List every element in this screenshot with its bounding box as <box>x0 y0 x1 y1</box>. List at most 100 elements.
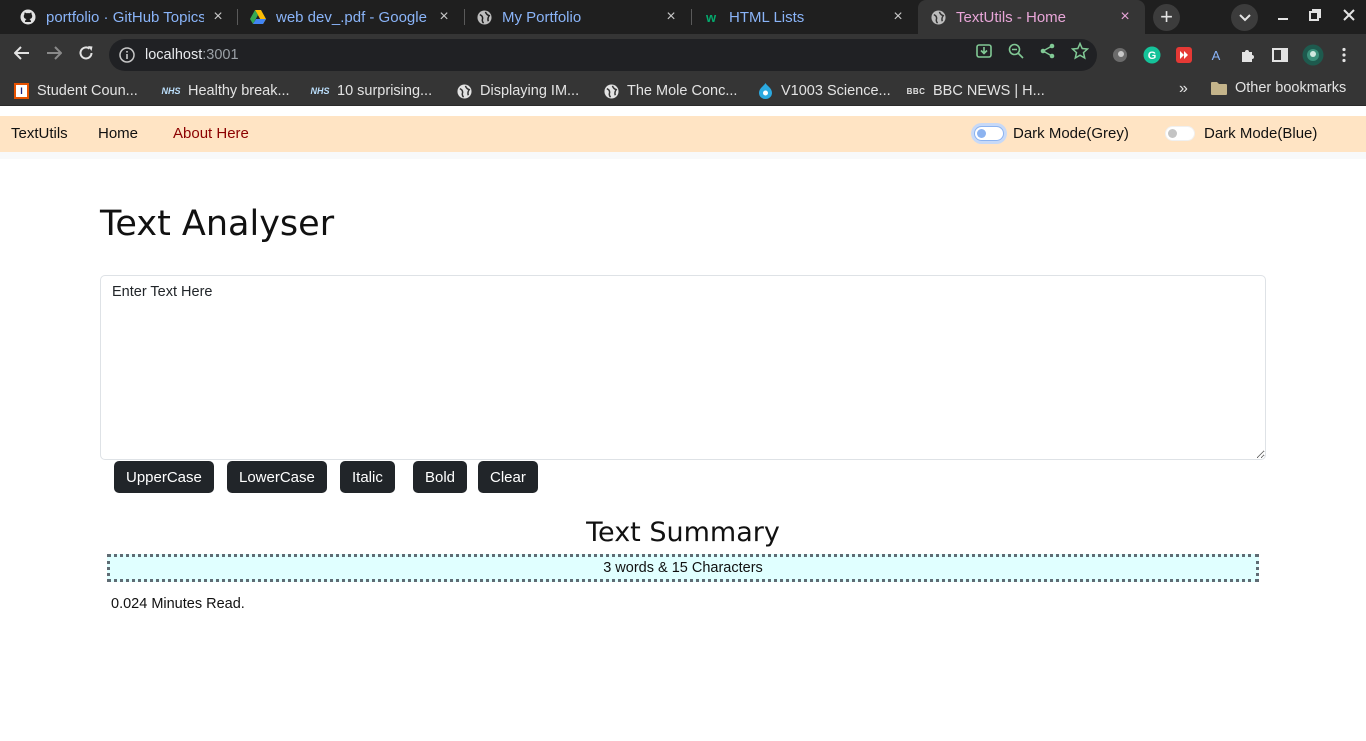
video-extension-icon[interactable] <box>1175 46 1193 64</box>
tab-search-button[interactable] <box>1231 4 1258 31</box>
bookmark-item[interactable]: The Mole Conc... <box>603 80 737 102</box>
close-icon[interactable]: × <box>890 8 906 26</box>
tab-github-topics[interactable]: portfolio · GitHub Topics × <box>8 0 238 34</box>
globe-icon <box>456 83 472 99</box>
dark-mode-grey-label: Dark Mode(Grey) <box>1013 125 1129 142</box>
nav-home-link[interactable]: Home <box>98 125 138 142</box>
dark-mode-grey-switch[interactable] <box>974 126 1004 141</box>
nhs-icon: NHS <box>161 86 181 96</box>
close-icon[interactable]: × <box>663 8 679 26</box>
info-icon[interactable] <box>119 47 135 63</box>
close-icon <box>1343 8 1355 26</box>
arrow-left-icon <box>13 45 30 66</box>
zoom-icon[interactable] <box>1007 42 1025 60</box>
close-icon[interactable]: × <box>436 8 452 26</box>
bookmarks-bar: I Student Coun... NHS Healthy break... N… <box>0 76 1366 106</box>
bookmark-item[interactable]: NHS Healthy break... <box>162 80 290 102</box>
dark-mode-blue-switch[interactable] <box>1165 126 1195 141</box>
nhs-icon: NHS <box>310 86 330 96</box>
side-panel-icon[interactable] <box>1271 46 1289 64</box>
folder-icon <box>1211 81 1227 95</box>
github-icon <box>20 9 36 25</box>
switch-knob <box>1168 129 1177 138</box>
read-time: 0.024 Minutes Read. <box>111 596 245 612</box>
share-icon[interactable] <box>1039 42 1057 60</box>
address-bar[interactable]: localhost:3001 <box>109 39 1097 71</box>
other-bookmarks-label: Other bookmarks <box>1235 80 1347 96</box>
close-icon[interactable]: × <box>210 8 226 26</box>
page-title: Text Analyser <box>100 204 335 244</box>
avatar[interactable] <box>1302 44 1324 66</box>
student-council-icon: I <box>14 83 29 99</box>
navbar-brand[interactable]: TextUtils <box>11 125 68 142</box>
tab-google-drive[interactable]: web dev_.pdf - Google Drive × <box>238 0 464 34</box>
bookmark-item[interactable]: I Student Coun... <box>14 80 138 102</box>
other-bookmarks-button[interactable]: Other bookmarks <box>1211 80 1346 96</box>
page-viewport: TextUtils Home About Here Dark Mode(Grey… <box>0 107 1366 741</box>
text-input-area[interactable]: Enter Text Here <box>100 275 1266 460</box>
uppercase-button[interactable]: UpperCase <box>114 461 214 493</box>
clear-button[interactable]: Clear <box>478 461 538 493</box>
browser-toolbar: localhost:3001 G A <box>0 34 1366 76</box>
globe-icon <box>930 9 946 25</box>
url-port: :3001 <box>202 47 239 63</box>
summary-title: Text Summary <box>586 517 780 548</box>
bookmark-label: The Mole Conc... <box>627 83 738 99</box>
puzzle-icon[interactable] <box>1239 46 1257 64</box>
bookmark-item[interactable]: Displaying IM... <box>456 80 579 102</box>
reload-icon <box>78 45 94 66</box>
install-app-icon[interactable] <box>975 42 993 60</box>
kebab-menu-icon[interactable] <box>1335 46 1353 64</box>
extension-icon[interactable] <box>1111 46 1129 64</box>
reload-button[interactable] <box>73 42 99 68</box>
page-top-gap <box>0 107 1366 116</box>
dark-mode-blue-label: Dark Mode(Blue) <box>1204 125 1318 142</box>
grammarly-icon[interactable]: G <box>1143 46 1161 64</box>
minimize-button[interactable] <box>1267 0 1299 34</box>
bookmark-label: Healthy break... <box>188 83 290 99</box>
switch-knob <box>977 129 986 138</box>
forward-button[interactable] <box>41 42 67 68</box>
dark-mode-blue-toggle[interactable]: Dark Mode(Blue) <box>1165 125 1317 142</box>
bbc-icon: BBC <box>906 86 926 96</box>
tab-title: HTML Lists <box>729 8 805 26</box>
italic-button[interactable]: Italic <box>340 461 395 493</box>
svg-text:A: A <box>1212 48 1221 63</box>
dark-mode-grey-toggle[interactable]: Dark Mode(Grey) <box>974 125 1129 142</box>
browser-tab-strip: portfolio · GitHub Topics × web dev_.pdf… <box>0 0 1366 34</box>
maximize-button[interactable] <box>1299 0 1331 34</box>
navbar-shadow <box>0 152 1366 159</box>
bold-button[interactable]: Bold <box>413 461 468 493</box>
nav-about-link[interactable]: About Here <box>173 125 249 142</box>
globe-icon <box>603 83 619 99</box>
restore-icon <box>1309 8 1321 26</box>
chevron-down-icon <box>1238 9 1251 27</box>
word-char-count: 3 words & 15 Characters <box>107 554 1259 582</box>
bookmark-star-icon[interactable] <box>1071 42 1089 60</box>
back-button[interactable] <box>9 42 35 68</box>
bookmark-label: BBC NEWS | H... <box>933 83 1045 99</box>
bookmark-item[interactable]: BBC BBC NEWS | H... <box>907 80 1045 102</box>
bookmark-label: V1003 Science... <box>781 83 891 99</box>
close-icon[interactable]: × <box>1117 8 1133 26</box>
new-tab-button[interactable]: + <box>1153 4 1180 31</box>
bookmark-item[interactable]: NHS 10 surprising... <box>310 80 433 102</box>
close-window-button[interactable] <box>1333 0 1365 34</box>
lowercase-button[interactable]: LowerCase <box>227 461 327 493</box>
tab-html-lists[interactable]: w HTML Lists × <box>691 0 918 34</box>
globe-icon <box>476 9 492 25</box>
url-host: localhost <box>145 47 203 63</box>
tab-my-portfolio[interactable]: My Portfolio × <box>464 0 691 34</box>
bookmark-label: 10 surprising... <box>337 83 433 99</box>
tab-title: My Portfolio <box>502 8 582 26</box>
bookmark-item[interactable]: V1003 Science... <box>757 80 891 102</box>
w3schools-icon: w <box>705 9 717 25</box>
google-drive-icon <box>250 9 266 25</box>
app-navbar: TextUtils Home About Here Dark Mode(Grey… <box>0 116 1366 152</box>
minimize-icon <box>1277 8 1289 26</box>
translate-icon[interactable]: A <box>1207 46 1225 64</box>
arrow-right-icon <box>46 45 63 66</box>
bookmark-label: Displaying IM... <box>480 83 580 99</box>
tab-textutils-home[interactable]: TextUtils - Home × <box>918 0 1145 34</box>
more-bookmarks-button[interactable]: » <box>1179 80 1188 98</box>
